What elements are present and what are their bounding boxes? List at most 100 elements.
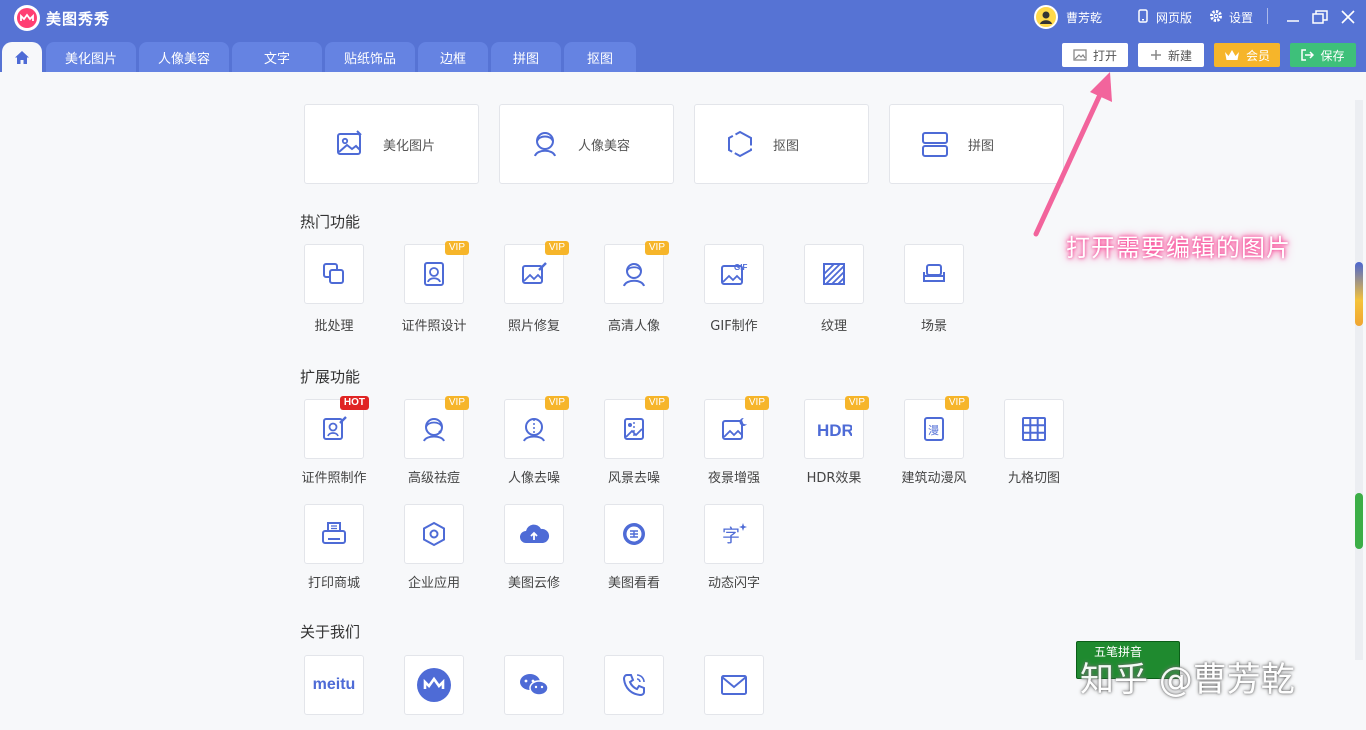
tile-acne-removal[interactable]: VIP	[404, 396, 469, 459]
tile-label: 夜景增强	[707, 471, 760, 486]
id-photo-edit-icon	[323, 416, 347, 440]
tile-gif[interactable]: GIF	[704, 244, 764, 304]
meitu-app-icon	[417, 668, 451, 702]
tile-enterprise[interactable]	[404, 504, 464, 564]
member-button[interactable]: 会员	[1214, 43, 1280, 67]
user-profile[interactable]: 曹芳乾	[1034, 5, 1102, 29]
sofa-icon	[923, 264, 945, 282]
scrollbar-track[interactable]	[1355, 100, 1363, 660]
minimize-button[interactable]	[1284, 8, 1302, 26]
settings-button[interactable]: 设置	[1209, 9, 1253, 26]
card-portrait[interactable]: 人像美容	[499, 104, 674, 184]
face-acne-icon	[423, 418, 445, 442]
tile-meitu-app[interactable]	[404, 655, 464, 715]
scrollbar-thumb[interactable]	[1355, 262, 1363, 326]
image-icon	[1073, 49, 1087, 61]
cutout-hexagon-icon	[728, 130, 752, 158]
gear-icon	[1209, 9, 1223, 26]
annotation-arrow	[1033, 72, 1112, 237]
user-name[interactable]: 曹芳乾	[1066, 9, 1102, 26]
tile-label: HDR效果	[806, 471, 862, 486]
web-version-button[interactable]: 网页版	[1138, 9, 1192, 26]
tile-label: 批处理	[314, 319, 354, 334]
tab-cutout[interactable]: 抠图	[564, 42, 636, 72]
tile-label: 动态闪字	[707, 576, 760, 591]
title-row: 美图秀秀 曹芳乾 网页版 设置	[0, 0, 1366, 38]
tile-flash-text[interactable]: 字	[704, 504, 764, 564]
open-button[interactable]: 打开	[1062, 43, 1128, 67]
tab-border[interactable]: 边框	[418, 42, 488, 72]
vip-badge: VIP	[444, 241, 469, 255]
photo-repair-icon	[522, 262, 547, 284]
tile-label: 人像去噪	[507, 471, 560, 486]
section-extended-title: 扩展功能	[300, 368, 361, 386]
tile-batch[interactable]	[304, 244, 364, 304]
card-label: 美化图片	[383, 138, 436, 154]
plus-icon	[1150, 50, 1161, 60]
app-logo	[14, 5, 40, 31]
tile-texture[interactable]	[804, 244, 864, 304]
tile-hdr[interactable]: VIP HDR	[804, 396, 869, 459]
top-bar: 美图秀秀 曹芳乾 网页版 设置 美化图片 人像美容 文字 贴纸饰品 边框 拼图 …	[0, 0, 1366, 72]
save-button[interactable]: 保存	[1290, 43, 1356, 67]
hd-portrait-icon	[623, 263, 645, 287]
tile-phone[interactable]	[604, 655, 664, 715]
viewer-icon	[623, 523, 645, 545]
tile-meitu[interactable]: meitu	[304, 655, 364, 715]
divider	[1267, 8, 1268, 24]
id-photo-icon	[424, 262, 444, 286]
avatar[interactable]	[1034, 5, 1058, 29]
annotation-text: 打开需要编辑的图片	[1066, 234, 1291, 262]
tile-scene[interactable]	[904, 244, 964, 304]
vip-badge: VIP	[944, 396, 969, 410]
tile-label: 照片修复	[507, 319, 560, 334]
tile-anime-building[interactable]: VIP 漫	[904, 396, 969, 459]
new-button[interactable]: 新建	[1138, 43, 1204, 67]
phone-call-icon	[622, 674, 645, 697]
tile-nine-grid[interactable]	[1004, 399, 1064, 459]
vip-badge: VIP	[544, 241, 569, 255]
tile-print-mall[interactable]	[304, 504, 364, 564]
tile-label: 九格切图	[1007, 471, 1060, 486]
restore-button[interactable]	[1311, 8, 1329, 26]
wechat-icon	[520, 674, 549, 696]
tile-hd-portrait[interactable]: VIP	[604, 241, 669, 304]
tile-wechat[interactable]	[504, 655, 564, 715]
scrollbar-thumb-secondary[interactable]	[1355, 493, 1363, 549]
card-beautify[interactable]: 美化图片	[304, 104, 479, 184]
minimize-icon	[1287, 20, 1299, 22]
face-denoise-icon	[523, 418, 545, 442]
card-cutout[interactable]: 抠图	[694, 104, 869, 184]
grid-icon	[1022, 417, 1046, 441]
gif-icon: GIF	[721, 263, 747, 285]
svg-text:GIF: GIF	[734, 263, 747, 272]
tab-beautify[interactable]: 美化图片	[46, 42, 136, 72]
scenery-denoise-icon	[624, 418, 644, 440]
tab-collage[interactable]: 拼图	[491, 42, 561, 72]
tab-portrait[interactable]: 人像美容	[139, 42, 229, 72]
tile-id-photo-make[interactable]: HOT	[304, 396, 369, 459]
watermark: 知乎 @曹芳乾	[1080, 660, 1295, 700]
vip-badge: VIP	[744, 396, 769, 410]
svg-text:漫: 漫	[928, 423, 939, 437]
tile-scenery-denoise[interactable]: VIP	[604, 396, 669, 459]
hdr-icon: HDR	[817, 421, 852, 440]
tile-label: 纹理	[820, 319, 847, 334]
tab-text[interactable]: 文字	[232, 42, 322, 72]
night-scene-icon	[722, 417, 747, 440]
tile-label: 美图看看	[607, 576, 660, 591]
tab-home[interactable]	[2, 42, 42, 72]
tile-label: 美图云修	[507, 576, 560, 591]
close-button[interactable]	[1339, 8, 1357, 26]
tile-cloud-retouch[interactable]	[504, 504, 564, 564]
tile-meitu-viewer[interactable]	[604, 504, 664, 564]
tile-id-photo-design[interactable]: VIP	[404, 241, 469, 304]
meitu-logo-text: meitu	[312, 676, 356, 693]
tile-photo-repair[interactable]: VIP	[504, 241, 569, 304]
tile-portrait-denoise[interactable]: VIP	[504, 396, 569, 459]
anime-icon: 漫	[924, 417, 944, 441]
texture-icon	[823, 263, 845, 285]
tile-night-enhance[interactable]: VIP	[704, 396, 769, 459]
tile-email[interactable]	[704, 655, 764, 715]
tab-stickers[interactable]: 贴纸饰品	[325, 42, 415, 72]
